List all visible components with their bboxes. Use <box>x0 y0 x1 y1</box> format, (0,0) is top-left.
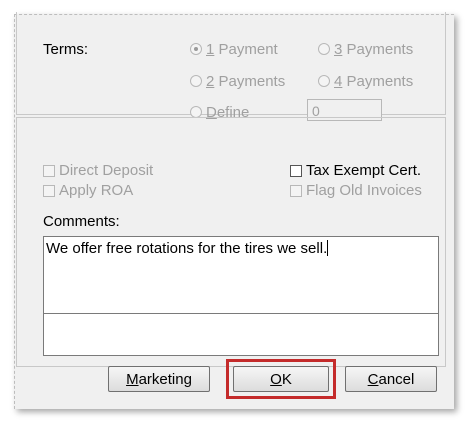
marketing-button[interactable]: Marketing <box>108 366 210 392</box>
direct-deposit-label: Direct Deposit <box>59 162 154 179</box>
radio-3-payments[interactable] <box>318 43 330 55</box>
comments-textarea[interactable]: We offer free rotations for the tires we… <box>43 236 439 356</box>
tax-exempt-label: Tax Exempt Cert. <box>306 162 422 179</box>
apply-roa-checkbox[interactable] <box>43 185 55 197</box>
flag-old-invoices-checkbox[interactable] <box>290 185 302 197</box>
direct-deposit-checkbox[interactable] <box>43 165 55 177</box>
radio-1-payment-label: 1 Payment <box>206 41 278 58</box>
flag-old-invoices-label: Flag Old Invoices <box>306 182 422 199</box>
comments-divider <box>44 313 438 314</box>
radio-1-payment[interactable] <box>190 43 202 55</box>
cancel-button[interactable]: Cancel <box>345 366 437 392</box>
radio-4-payments[interactable] <box>318 75 330 87</box>
tax-exempt-checkbox[interactable] <box>290 165 302 177</box>
comments-text: We offer free rotations for the tires we… <box>46 240 329 257</box>
comments-label: Comments: <box>43 213 120 230</box>
radio-2-payments-label: 2 Payments <box>206 73 286 90</box>
radio-4-payments-label: 4 Payments <box>334 73 414 90</box>
terms-label: Terms: <box>43 41 88 58</box>
radio-2-payments[interactable] <box>190 75 202 87</box>
apply-roa-label: Apply ROA <box>59 182 134 199</box>
radio-3-payments-label: 3 Payments <box>334 41 414 58</box>
ok-button[interactable]: OK <box>233 366 329 392</box>
